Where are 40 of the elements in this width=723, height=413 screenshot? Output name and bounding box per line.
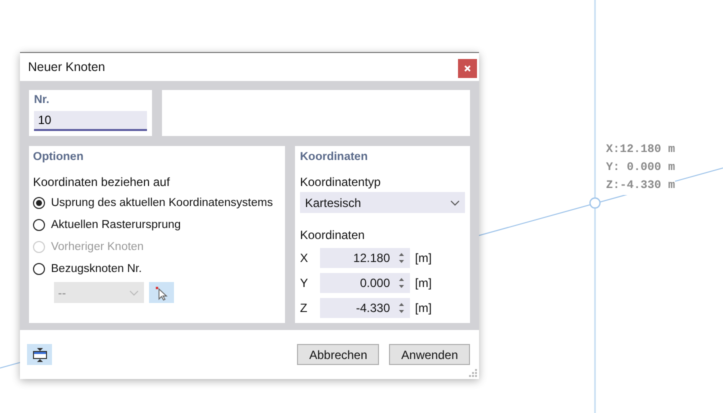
coordinates-label: Koordinaten xyxy=(300,228,366,242)
coordinate-type-dropdown[interactable]: Kartesisch xyxy=(300,192,465,213)
axis-label: Y xyxy=(300,276,310,290)
layout-toggle-button[interactable] xyxy=(27,344,52,365)
cursor-pick-icon xyxy=(154,284,168,300)
options-title: Optionen xyxy=(33,151,84,163)
options-subtitle: Koordinaten beziehen auf xyxy=(33,175,171,189)
number-input[interactable]: 10 xyxy=(34,111,147,131)
radio-label[interactable]: Aktuellen Rasterursprung xyxy=(51,219,181,231)
dialog-button[interactable]: Anwenden xyxy=(389,344,470,365)
split-panel-icon xyxy=(32,348,46,362)
spinner-arrows-icon xyxy=(398,252,405,264)
coordinate-readout: Z:-4.330 m xyxy=(606,177,676,195)
pick-node-button[interactable] xyxy=(149,282,174,303)
unit-label: [m] xyxy=(415,250,432,264)
close-icon xyxy=(464,64,471,72)
coordinate-spinbox[interactable]: 0.000 xyxy=(320,272,410,292)
coordinates-title: Koordinaten xyxy=(300,151,369,163)
radio-button[interactable] xyxy=(33,263,45,275)
close-button[interactable] xyxy=(458,58,477,78)
chevron-down-icon xyxy=(129,290,139,296)
spinner-arrows-icon xyxy=(398,276,405,288)
unit-label: [m] xyxy=(415,276,432,290)
radio-label[interactable]: Usprung des aktuellen Koordinatensystems xyxy=(51,197,273,209)
spinner-arrows-icon xyxy=(398,302,405,314)
radio-label[interactable]: Bezugsknoten Nr. xyxy=(51,263,142,275)
window-title: Neuer Knoten xyxy=(28,60,106,74)
coordinate-spinbox[interactable]: 12.180 xyxy=(320,248,410,268)
axis-label: X xyxy=(300,250,310,264)
radio-button[interactable] xyxy=(33,219,45,231)
resize-grip-icon xyxy=(469,369,477,377)
coordinate-type-label: Koordinatentyp xyxy=(300,175,382,189)
chevron-down-icon xyxy=(450,200,460,206)
dialog-button[interactable]: Abbrechen xyxy=(297,344,380,365)
radio-button[interactable] xyxy=(33,197,45,209)
coordinate-spinbox[interactable]: -4.330 xyxy=(320,298,410,318)
axis-label: Z xyxy=(300,300,308,314)
node-marker xyxy=(589,197,601,209)
unit-label: [m] xyxy=(415,300,432,314)
number-label: Nr. xyxy=(34,94,50,106)
